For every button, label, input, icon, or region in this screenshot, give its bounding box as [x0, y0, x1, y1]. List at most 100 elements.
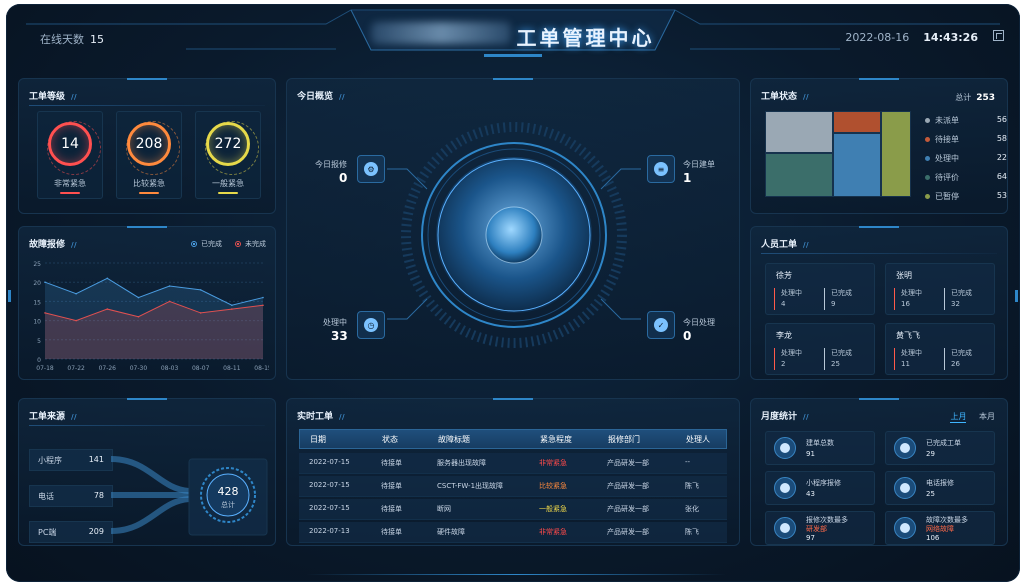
clock-icon: [774, 477, 796, 499]
status-item[interactable]: 待接单 58: [925, 134, 1007, 145]
level-panel: 工单等级 14 非常紧急 208 比较紧急 272 一般紧急: [18, 78, 276, 214]
done-label: 已完成: [831, 289, 852, 297]
status-label: 待接单: [935, 135, 959, 144]
table-cell-title: 服务器出现故障: [437, 459, 486, 467]
monthly-card[interactable]: 报修次数最多 研发部 97: [765, 511, 875, 545]
treemap-evaluate[interactable]: [765, 153, 833, 197]
status-label: 已暂停: [935, 192, 959, 201]
person-processing: 处理中 11: [894, 348, 922, 370]
table-cell-date: 2022-07-15: [309, 481, 350, 489]
data-point: [168, 285, 171, 287]
table-row[interactable]: 2022-07-15 待接单 断网 一般紧急 产品研发一部 张化: [299, 499, 727, 520]
status-title: 工单状态: [761, 89, 808, 102]
monthly-card[interactable]: 已完成工单 29: [885, 431, 995, 465]
status-dot-icon: [925, 137, 930, 142]
status-item[interactable]: 已暂停 53: [925, 191, 1007, 202]
tab-last-month[interactable]: 上月: [950, 411, 967, 423]
source-flow-lines: [110, 456, 268, 536]
person-card[interactable]: 李龙 处理中 2 已完成 25: [765, 323, 875, 375]
y-tick-label: 0: [37, 357, 41, 364]
data-point: [262, 304, 264, 307]
status-total: 总计 253: [955, 92, 995, 103]
level-card-normal[interactable]: 272 一般紧急: [195, 111, 261, 199]
table-cell-date: 2022-07-13: [309, 527, 350, 535]
level-card-critical[interactable]: 14 非常紧急: [37, 111, 103, 199]
person-card[interactable]: 张明 处理中 16 已完成 32: [885, 263, 995, 315]
online-days-value: 15: [90, 33, 104, 46]
repair-icon[interactable]: ⚙: [357, 155, 385, 183]
table-row[interactable]: 2022-07-15 待接单 CSCT-FW-1出现故障 比较紧急 产品研发一部 陈飞: [299, 476, 727, 497]
person-done: 已完成 9: [824, 288, 852, 310]
table-cell-date: 2022-07-15: [309, 458, 350, 466]
level-card-high[interactable]: 208 比较紧急: [116, 111, 182, 199]
table-cell-handler: 张化: [685, 505, 699, 513]
legend-undone[interactable]: 未完成: [235, 239, 266, 249]
person-done: 已完成 25: [824, 348, 852, 370]
top-bar: 在线天数 15 工单管理中心 2022-08-16 14:43:26: [6, 4, 1020, 68]
level-label: 一般紧急: [212, 179, 244, 188]
table-cell-urgency: 非常紧急: [539, 459, 567, 467]
monthly-value: 91: [806, 450, 815, 458]
person-name: 徐芳: [776, 271, 792, 280]
column-header: 故障标题: [438, 435, 470, 444]
table-cell-date: 2022-07-15: [309, 504, 350, 512]
table-cell-title: 断网: [437, 505, 451, 513]
data-point: [44, 281, 46, 283]
treemap-pending[interactable]: [833, 111, 881, 133]
overview-label: 今日建单: [683, 160, 715, 169]
data-point: [75, 292, 77, 295]
check-icon: [894, 437, 916, 459]
tab-this-month[interactable]: 本月: [979, 411, 995, 422]
table-cell-dept: 产品研发一部: [607, 528, 649, 536]
fault-chart: 25 20 15 10 5 007-18 07-22 07-26 07-30 08-03 08-07…: [33, 261, 269, 372]
online-days: 在线天数 15: [40, 31, 104, 47]
treemap-unassigned[interactable]: [765, 111, 833, 153]
total-value: 253: [976, 93, 995, 103]
person-done: 已完成 26: [944, 348, 972, 370]
treemap-processing[interactable]: [833, 133, 881, 197]
status-item[interactable]: 处理中 22: [925, 153, 1007, 164]
level-ring: 272: [205, 121, 259, 175]
x-tick-label: 07-22: [67, 365, 85, 372]
phone-icon: [894, 477, 916, 499]
monthly-card[interactable]: 建单总数 91: [765, 431, 875, 465]
treemap-paused[interactable]: [881, 111, 911, 197]
monthly-card[interactable]: 故障次数最多 网络故障 106: [885, 511, 995, 545]
fault-title: 故障报修: [29, 237, 76, 250]
status-treemap: [765, 111, 911, 197]
table-row[interactable]: 2022-07-15 待接单 服务器出现故障 非常紧急 产品研发一部 --: [299, 453, 727, 474]
table-cell-urgency: 非常紧急: [539, 528, 567, 536]
x-tick-label: 08-11: [223, 365, 241, 372]
online-days-label: 在线天数: [40, 33, 84, 46]
person-processing: 处理中 4: [774, 288, 802, 310]
done-label: 已完成: [951, 289, 972, 297]
status-item[interactable]: 未派单 56: [925, 115, 1007, 126]
monthly-value: 43: [806, 490, 815, 498]
status-value: 58: [996, 134, 1007, 143]
column-header: 处理人: [686, 435, 710, 444]
month-tabs: 上月 本月: [940, 411, 995, 423]
source-panel: 工单来源 小程序141 电话78 PC端209 428 总计: [18, 398, 276, 546]
table-cell-handler: 陈飞: [685, 482, 699, 490]
person-card[interactable]: 徐芳 处理中 4 已完成 9: [765, 263, 875, 315]
person-card[interactable]: 黄飞飞 处理中 11 已完成 26: [885, 323, 995, 375]
monthly-card[interactable]: 电话报修 25: [885, 471, 995, 505]
person-name: 李龙: [776, 331, 792, 340]
monthly-card[interactable]: 小程序报修 43: [765, 471, 875, 505]
processing-icon[interactable]: ◷: [357, 311, 385, 339]
create-order-icon[interactable]: ≡: [647, 155, 675, 183]
handled-icon[interactable]: ✓: [647, 311, 675, 339]
fullscreen-icon[interactable]: [993, 30, 1004, 41]
document-icon: [774, 437, 796, 459]
done-value: 26: [951, 360, 960, 368]
source-total: 428: [217, 485, 239, 498]
legend-done[interactable]: 已完成: [191, 239, 222, 249]
overview-value: 0: [683, 329, 692, 343]
status-value: 22: [996, 153, 1007, 162]
status-item[interactable]: 待评价 64: [925, 172, 1007, 183]
data-point: [199, 289, 202, 291]
table-row[interactable]: 2022-07-13 待接单 硬件故障 非常紧急 产品研发一部 陈飞: [299, 522, 727, 543]
data-point: [231, 304, 233, 307]
blurred-title-prefix: [371, 22, 512, 44]
processing-value: 16: [901, 300, 910, 308]
